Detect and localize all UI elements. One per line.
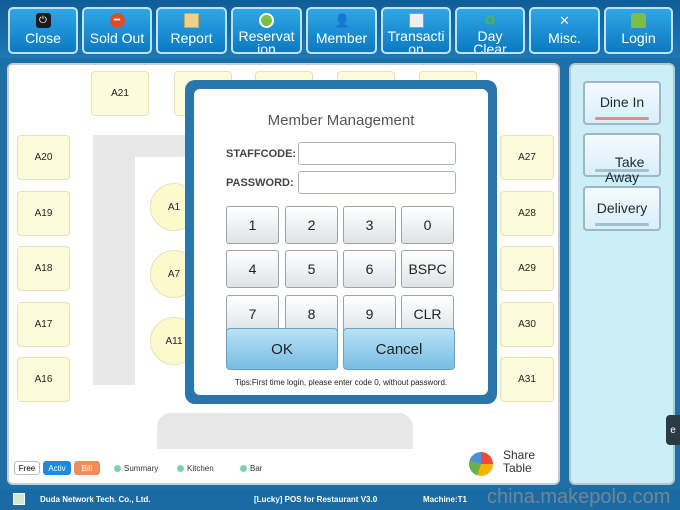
backspace-key[interactable]: BSPC xyxy=(401,250,454,288)
report-label: Report xyxy=(170,30,213,46)
dine-in-label: Dine In xyxy=(599,94,645,110)
summary-dot-icon xyxy=(114,465,121,472)
sold-out-button[interactable]: ━ Sold Out xyxy=(82,7,152,54)
company-name: Duda Network Tech. Co., Ltd. xyxy=(40,495,151,504)
table-a20[interactable]: A20 xyxy=(17,135,70,180)
ledger-icon xyxy=(408,13,424,28)
day-clear-label: Day Clear xyxy=(473,28,507,54)
key-2[interactable]: 2 xyxy=(285,206,338,244)
legend-free: Free xyxy=(14,461,40,475)
delivery-indicator xyxy=(595,223,649,226)
misc-label: Misc. xyxy=(548,30,581,46)
kitchen-dot-icon xyxy=(177,465,184,472)
transaction-label: Transacti on xyxy=(387,28,445,54)
side-expand-tab[interactable]: e xyxy=(666,415,680,445)
counter-left xyxy=(93,135,135,385)
watermark: china.makepolo.com xyxy=(487,486,671,508)
person-icon: 👤 xyxy=(334,13,351,28)
legend-active: Activ xyxy=(43,461,71,475)
password-label: PASSWORD: xyxy=(226,177,294,189)
legend-kitchen: Kitchen xyxy=(187,464,214,473)
key-0[interactable]: 0 xyxy=(401,206,454,244)
machine-id: Machine:T1 xyxy=(423,495,468,504)
key-6[interactable]: 6 xyxy=(343,250,396,288)
counter-bottom xyxy=(157,413,413,449)
order-type-panel: Dine In Take Away Delivery xyxy=(569,63,675,485)
delivery-label: Delivery xyxy=(596,200,648,216)
grid-icon xyxy=(184,13,199,28)
delivery-button[interactable]: Delivery xyxy=(583,186,661,231)
take-away-button[interactable]: Take Away xyxy=(583,133,661,185)
table-a18[interactable]: A18 xyxy=(17,246,70,291)
table-a16[interactable]: A16 xyxy=(17,357,70,402)
misc-button[interactable]: ✕ Misc. xyxy=(529,7,600,54)
legend-summary: Summary xyxy=(124,464,159,473)
sold-out-label: Sold Out xyxy=(89,30,145,46)
staffcode-input[interactable] xyxy=(298,142,456,165)
staffcode-label: STAFFCODE: xyxy=(226,148,297,160)
table-a31[interactable]: A31 xyxy=(500,357,554,402)
day-clear-button[interactable]: ♻ Day Clear xyxy=(455,7,525,54)
member-label: Member xyxy=(315,30,368,46)
dine-in-button[interactable]: Dine In xyxy=(583,81,661,125)
key-1[interactable]: 1 xyxy=(226,206,279,244)
app-icon xyxy=(13,493,25,505)
dialog-title: Member Management xyxy=(267,112,415,129)
share-table-label[interactable]: Share Table xyxy=(503,449,535,475)
transaction-button[interactable]: Transacti on xyxy=(381,7,451,54)
legend-bill: Bill xyxy=(74,461,100,475)
table-a21[interactable]: A21 xyxy=(91,71,149,116)
recycle-icon: ♻ xyxy=(483,12,497,28)
no-entry-icon: ━ xyxy=(109,13,125,28)
tools-icon: ✕ xyxy=(559,13,570,28)
pie-chart-icon[interactable] xyxy=(469,452,493,476)
table-a29[interactable]: A29 xyxy=(500,246,554,291)
top-toolbar: ⏻ Close ━ Sold Out Report Reservat ion 👤… xyxy=(0,0,680,58)
reservation-label: Reservat ion xyxy=(238,28,295,54)
table-a28[interactable]: A28 xyxy=(500,191,554,236)
member-management-dialog: Member Management STAFFCODE: PASSWORD: 1… xyxy=(194,89,488,395)
product-name: [Lucky] POS for Restaurant V3.0 xyxy=(254,495,378,504)
ok-button[interactable]: OK xyxy=(226,328,338,370)
login-tips: Tips:First time login, please enter code… xyxy=(234,378,448,387)
dine-in-indicator xyxy=(595,117,649,120)
bar-dot-icon xyxy=(240,465,247,472)
power-icon: ⏻ xyxy=(35,13,51,28)
lock-icon xyxy=(631,13,646,28)
password-input[interactable] xyxy=(298,171,456,194)
report-button[interactable]: Report xyxy=(156,7,227,54)
reservation-button[interactable]: Reservat ion xyxy=(231,7,302,54)
table-a17[interactable]: A17 xyxy=(17,302,70,347)
clock-icon xyxy=(259,13,274,28)
cancel-button[interactable]: Cancel xyxy=(343,328,455,370)
close-label: Close xyxy=(25,30,61,46)
member-management-dialog-frame: Member Management STAFFCODE: PASSWORD: 1… xyxy=(185,80,497,404)
take-away-indicator xyxy=(595,169,649,172)
login-button[interactable]: Login xyxy=(604,7,673,54)
table-a27[interactable]: A27 xyxy=(500,135,554,180)
key-4[interactable]: 4 xyxy=(226,250,279,288)
legend-bar: Bar xyxy=(250,464,263,473)
table-a30[interactable]: A30 xyxy=(500,302,554,347)
member-button[interactable]: 👤 Member xyxy=(306,7,377,54)
key-3[interactable]: 3 xyxy=(343,206,396,244)
table-a19[interactable]: A19 xyxy=(17,191,70,236)
close-button[interactable]: ⏻ Close xyxy=(8,7,78,54)
key-5[interactable]: 5 xyxy=(285,250,338,288)
login-label: Login xyxy=(621,30,656,46)
